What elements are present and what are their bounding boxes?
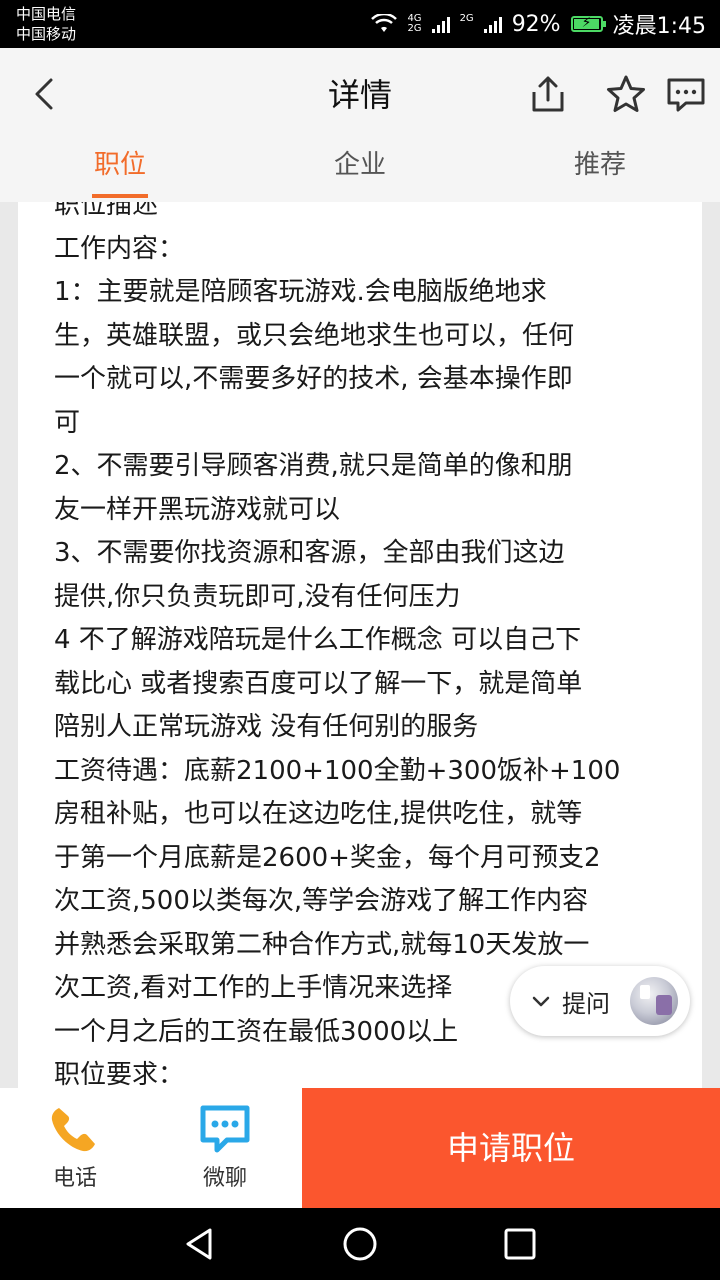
nav-recent-icon[interactable]: [500, 1224, 540, 1264]
system-nav-bar: [0, 1208, 720, 1280]
text-line: 职位要求：: [54, 1060, 185, 1088]
star-icon: [607, 75, 645, 112]
tab-bar: 职位 企业 推荐: [0, 140, 720, 202]
text-line: 陪别人正常玩游戏 没有任何别的服务: [54, 712, 479, 742]
battery-percent: 92%: [511, 11, 561, 37]
text-line: 工作内容：: [54, 233, 185, 264]
text-line: 友一样开黑玩游戏就可以: [54, 494, 341, 525]
text-line: 工资待遇：底薪2100+100全勤+300饭补+100: [54, 755, 621, 786]
network-type-1: 4G 2G: [407, 14, 421, 34]
clock: 凌晨1:45: [612, 14, 706, 39]
status-bar: 中国电信 中国移动 4G 2G 2G 92% ⚡ 凌晨1:45: [0, 0, 720, 48]
text-line: 并熟悉会采取第二种合作方式,就每10天发放一: [54, 929, 590, 960]
battery-icon: ⚡: [570, 15, 606, 32]
phone-label: 电话: [52, 1166, 97, 1191]
share-button[interactable]: [526, 72, 570, 116]
chat-icon: [200, 1105, 250, 1153]
carrier-2: 中国移动: [16, 25, 77, 43]
job-description-card[interactable]: 职位描述 工作内容： 1：主要就是陪顾客玩游戏.会电脑版绝地求 生，英雄联盟，或…: [18, 202, 702, 1088]
status-indicators: 4G 2G 2G 92% ⚡ 凌晨1:45: [371, 0, 706, 48]
ask-label: 提问: [562, 989, 610, 1018]
text-line: 2、不需要引导顾客消费,就只是简单的像和朋: [54, 451, 573, 481]
signal-icon-1: [431, 15, 450, 33]
text-line: 可: [54, 407, 81, 438]
signal-icon-2: [483, 15, 502, 33]
text-line: 提供,你只负责玩即可,没有任何压力: [54, 581, 461, 612]
text-line: 房租补贴，也可以在这边吃住,提供吃住，就等: [54, 799, 583, 829]
chat-label: 微聊: [202, 1166, 247, 1191]
favorite-button[interactable]: [604, 72, 648, 116]
text-line: 4 不了解游戏陪玩是什么工作概念 可以自己下: [54, 625, 582, 655]
ask-question-button[interactable]: 提问: [510, 966, 690, 1036]
phone-icon: [51, 1108, 95, 1152]
tab-company[interactable]: 企业: [240, 140, 480, 202]
wifi-icon: [371, 14, 398, 32]
text-line: 1：主要就是陪顾客玩游戏.会电脑版绝地求: [54, 277, 547, 307]
tab-position[interactable]: 职位: [0, 140, 240, 202]
text-line: 生，英雄联盟，或只会绝地求生也可以，任何: [54, 320, 575, 351]
tab-recommend[interactable]: 推荐: [480, 140, 720, 202]
job-description-text: 职位描述 工作内容： 1：主要就是陪顾客玩游戏.会电脑版绝地求 生，英雄联盟，或…: [54, 202, 674, 1088]
phone-button[interactable]: 电话: [0, 1088, 150, 1208]
text-line: 于第一个月底薪是2600+奖金，每个月可预支2: [54, 842, 601, 873]
network-type-2: 2G: [460, 14, 474, 34]
net-label-1b: 2G: [407, 23, 422, 34]
text-line: 载比心 或者搜索百度可以了解一下，就是简单: [54, 668, 583, 699]
message-button[interactable]: [664, 72, 708, 116]
message-icon: [667, 78, 705, 112]
nav-back-icon[interactable]: [180, 1224, 220, 1264]
bottom-action-bar: 电话 微聊 申请职位: [0, 1088, 720, 1208]
apply-job-button[interactable]: 申请职位: [302, 1088, 720, 1208]
text-line: 3、不需要你找资源和客源，全部由我们这边: [54, 538, 565, 568]
chat-button[interactable]: 微聊: [150, 1088, 300, 1208]
carrier-1: 中国电信: [16, 5, 77, 23]
text-line: 次工资,500以类每次,等学会游戏了解工作内容: [54, 886, 589, 916]
nav-home-icon[interactable]: [340, 1224, 380, 1264]
share-icon: [532, 76, 564, 112]
chevron-down-icon: [532, 996, 550, 1007]
text-line: 一个就可以,不需要多好的技术, 会基本操作即: [54, 364, 573, 394]
app-header: 详情: [0, 48, 720, 140]
text-line: 职位描述: [54, 202, 159, 220]
avatar: [630, 977, 678, 1025]
